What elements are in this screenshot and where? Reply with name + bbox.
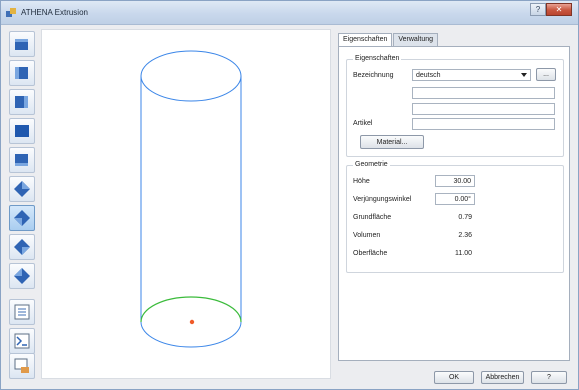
chevron-down-icon bbox=[521, 73, 527, 77]
ellipsis-button[interactable]: ... bbox=[536, 68, 556, 81]
ok-button[interactable]: OK bbox=[434, 371, 474, 384]
tab-strip: Eigenschaften Verwaltung bbox=[338, 33, 439, 48]
view-iso-2-button[interactable] bbox=[9, 205, 35, 231]
dialog-client: Eigenschaften Verwaltung Eigenschaften B… bbox=[7, 27, 573, 385]
3d-viewport[interactable] bbox=[41, 29, 331, 379]
properties-panel: Eigenschaften Verwaltung Eigenschaften B… bbox=[338, 29, 571, 361]
view-iso-3-icon bbox=[14, 239, 30, 255]
volumen-label: Volumen bbox=[353, 232, 381, 239]
oberflaeche-label: Oberfläche bbox=[353, 250, 388, 257]
window-title: ATHENA Extrusion bbox=[21, 8, 88, 17]
export-button[interactable] bbox=[9, 353, 35, 379]
tab-verwaltung[interactable]: Verwaltung bbox=[393, 33, 439, 47]
hoehe-label: Höhe bbox=[353, 178, 370, 185]
extrusion-dialog: ATHENA Extrusion ? ✕ Eigenschaften Verwa… bbox=[0, 0, 579, 390]
view-iso-1-icon bbox=[14, 181, 30, 197]
export-icon bbox=[14, 358, 29, 373]
view-iso-4-icon bbox=[14, 268, 30, 284]
view-iso-3-button[interactable] bbox=[9, 234, 35, 260]
view-iso-1-button[interactable] bbox=[9, 176, 35, 202]
bezeichnung-label: Bezeichnung bbox=[353, 72, 394, 79]
cylinder-wireframe bbox=[140, 50, 242, 348]
app-icon bbox=[6, 8, 16, 17]
view-right-icon bbox=[15, 125, 29, 137]
title-bar[interactable]: ATHENA Extrusion ? ✕ bbox=[1, 1, 578, 25]
view-back-button[interactable] bbox=[9, 60, 35, 86]
geometry-group-title: Geometrie bbox=[353, 161, 390, 168]
oberflaeche-value: 11.00 bbox=[455, 250, 472, 257]
view-iso-2-icon bbox=[14, 210, 30, 226]
view-right-button[interactable] bbox=[9, 118, 35, 144]
properties-icon bbox=[14, 304, 30, 320]
view-toolbar bbox=[9, 31, 37, 379]
zoom-fit-icon bbox=[14, 333, 30, 349]
geometry-group: Geometrie Höhe 30.00 Verjüngungswinkel 0… bbox=[346, 161, 564, 273]
grundflaeche-label: Grundfläche bbox=[353, 214, 392, 221]
view-left-button[interactable] bbox=[9, 89, 35, 115]
close-window-button[interactable]: ✕ bbox=[546, 3, 572, 16]
cylinder-bottom-front-edge bbox=[140, 321, 242, 348]
cancel-button[interactable]: Abbrechen bbox=[481, 371, 524, 384]
view-top-button[interactable] bbox=[9, 147, 35, 173]
artikel-upper-field[interactable] bbox=[412, 103, 555, 115]
properties-group: Eigenschaften Bezeichnung deutsch ... Ar… bbox=[346, 55, 564, 157]
cylinder-bottom-back-edge bbox=[140, 296, 242, 323]
view-front-button[interactable] bbox=[9, 31, 35, 57]
bezeichnung-extra-field[interactable] bbox=[412, 87, 555, 99]
artikel-label: Artikel bbox=[353, 120, 373, 127]
view-front-icon bbox=[15, 39, 28, 50]
volumen-value: 2.36 bbox=[458, 232, 472, 239]
bezeichnung-value: deutsch bbox=[416, 72, 441, 79]
material-button[interactable]: Material... bbox=[360, 135, 424, 149]
view-back-icon bbox=[15, 67, 28, 79]
verjuengungswinkel-label: Verjüngungswinkel bbox=[353, 196, 412, 203]
zoom-fit-button[interactable] bbox=[9, 328, 35, 354]
view-top-icon bbox=[15, 154, 28, 166]
origin-point bbox=[189, 319, 195, 325]
view-left-icon bbox=[15, 96, 28, 108]
view-iso-4-button[interactable] bbox=[9, 263, 35, 289]
verjuengungswinkel-input[interactable]: 0.00° bbox=[435, 193, 475, 205]
cylinder-top-edge bbox=[140, 50, 242, 102]
artikel-field[interactable] bbox=[412, 118, 555, 130]
tab-page-eigenschaften: Eigenschaften Bezeichnung deutsch ... Ar… bbox=[338, 46, 570, 361]
properties-button[interactable] bbox=[9, 299, 35, 325]
properties-group-title: Eigenschaften bbox=[353, 55, 402, 62]
help-window-button[interactable]: ? bbox=[530, 3, 546, 16]
grundflaeche-value: 0.79 bbox=[458, 214, 472, 221]
hoehe-input[interactable]: 30.00 bbox=[435, 175, 475, 187]
bezeichnung-dropdown[interactable]: deutsch bbox=[412, 69, 531, 81]
help-button[interactable]: ? bbox=[531, 371, 567, 384]
